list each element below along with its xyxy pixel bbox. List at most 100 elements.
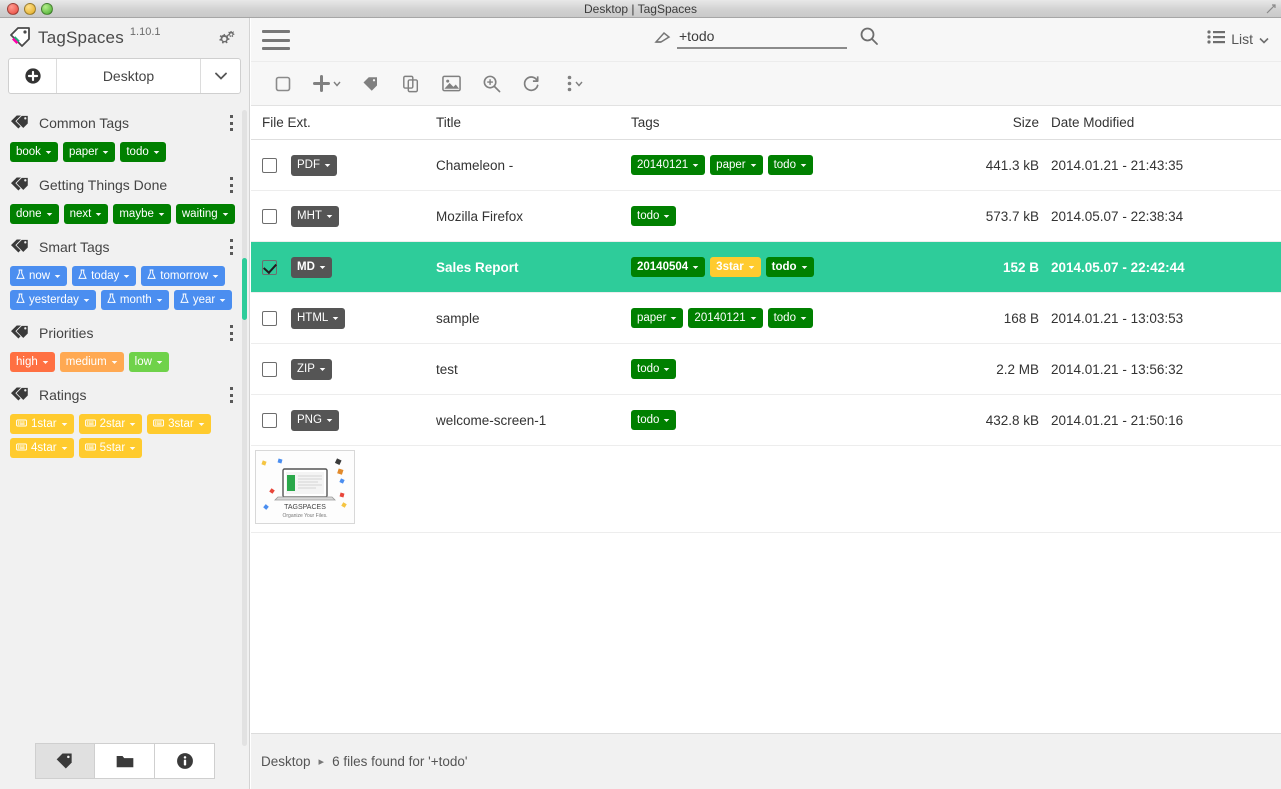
column-header-file-ext[interactable]: File Ext.	[251, 115, 436, 130]
tag-group-header[interactable]: Smart Tags	[6, 230, 244, 264]
file-title[interactable]: Chameleon -	[436, 158, 631, 173]
chevron-down-icon[interactable]	[212, 271, 219, 281]
chevron-down-icon[interactable]	[222, 209, 229, 219]
chevron-down-icon[interactable]	[326, 210, 333, 222]
chevron-down-icon[interactable]	[61, 419, 68, 429]
file-extension-badge[interactable]: MD	[291, 256, 332, 278]
select-all-checkbox[interactable]	[265, 68, 301, 100]
column-header-title[interactable]: Title	[436, 115, 631, 130]
tag-20140121[interactable]: 20140121	[688, 308, 763, 328]
chevron-down-icon[interactable]	[95, 209, 102, 219]
chevron-down-icon[interactable]	[319, 261, 326, 273]
chevron-down-icon[interactable]	[83, 295, 90, 305]
info-button[interactable]	[155, 743, 215, 779]
duplicate-button[interactable]	[393, 68, 429, 100]
chevron-down-icon[interactable]	[54, 271, 61, 281]
more-vertical-icon[interactable]	[224, 239, 238, 255]
chevron-down-icon[interactable]	[319, 363, 326, 375]
eraser-icon[interactable]	[653, 31, 671, 45]
file-title[interactable]: test	[436, 362, 631, 377]
chevron-down-icon[interactable]	[663, 364, 670, 374]
table-row[interactable]: ZIP test todo 2.2 MB 2014.01.21 - 13:56:32	[251, 344, 1281, 395]
tag-medium[interactable]: medium	[59, 352, 124, 372]
chevron-down-icon[interactable]	[129, 443, 136, 453]
gear-icon[interactable]	[215, 28, 237, 50]
more-vertical-icon[interactable]	[224, 387, 238, 403]
tag-todo[interactable]: todo	[120, 142, 166, 162]
sidebar-scrollbar-thumb[interactable]	[242, 258, 247, 320]
chevron-down-icon[interactable]	[156, 357, 163, 367]
tag-todo[interactable]: todo	[765, 257, 814, 277]
column-header-size[interactable]: Size	[941, 115, 1051, 130]
chevron-down-icon[interactable]	[198, 419, 205, 429]
tag-paper[interactable]: paper	[62, 142, 116, 162]
chevron-down-icon[interactable]	[219, 295, 226, 305]
hamburger-icon[interactable]	[262, 30, 290, 50]
tag-button[interactable]	[353, 68, 389, 100]
tag-todo[interactable]: todo	[767, 155, 813, 175]
file-title[interactable]: sample	[436, 311, 631, 326]
sidebar-scrollbar-track[interactable]	[242, 110, 247, 746]
tag-group-header[interactable]: Getting Things Done	[6, 168, 244, 202]
file-title[interactable]: welcome-screen-1	[436, 413, 631, 428]
chevron-down-icon[interactable]	[750, 313, 757, 323]
tag-low[interactable]: low	[128, 352, 169, 372]
chevron-down-icon[interactable]	[158, 209, 165, 219]
tag-year[interactable]: year	[173, 290, 233, 310]
chevron-down-icon[interactable]	[692, 262, 699, 272]
tag-20140121[interactable]: 20140121	[631, 155, 706, 175]
chevron-down-icon[interactable]	[46, 209, 53, 219]
chevron-down-icon[interactable]	[801, 262, 808, 272]
tag-yesterday[interactable]: yesterday	[10, 290, 96, 310]
chevron-down-icon[interactable]	[800, 160, 807, 170]
chevron-down-icon[interactable]	[111, 357, 118, 367]
tag-todo[interactable]: todo	[631, 359, 677, 379]
tag-todo[interactable]: todo	[631, 206, 677, 226]
search-input[interactable]	[677, 26, 847, 49]
chevron-down-icon[interactable]	[663, 211, 670, 221]
tag-1star[interactable]: 1star	[10, 414, 74, 434]
tag-library-button[interactable]	[35, 743, 95, 779]
tag-2star[interactable]: 2star	[78, 414, 143, 434]
add-location-button[interactable]	[9, 59, 57, 93]
chevron-down-icon[interactable]	[153, 147, 160, 157]
tag-done[interactable]: done	[10, 204, 59, 224]
chevron-down-icon[interactable]	[332, 312, 339, 324]
file-thumbnail[interactable]: TAGSPACES Organize Your Files.	[255, 450, 355, 524]
tag-now[interactable]: now	[10, 266, 68, 286]
tag-group-header[interactable]: Priorities	[6, 316, 244, 350]
refresh-icon[interactable]	[513, 68, 549, 100]
image-icon[interactable]	[433, 68, 469, 100]
tag-group-header[interactable]: Ratings	[6, 378, 244, 412]
file-extension-badge[interactable]: PNG	[291, 409, 339, 431]
magnifier-icon[interactable]	[859, 26, 879, 49]
tag-todo[interactable]: todo	[767, 308, 813, 328]
row-checkbox[interactable]	[262, 208, 277, 224]
tag-3star[interactable]: 3star	[710, 257, 761, 277]
chevron-down-icon[interactable]	[42, 357, 49, 367]
status-location[interactable]: Desktop	[261, 754, 311, 769]
more-button[interactable]	[553, 68, 597, 100]
chevron-down-icon[interactable]	[326, 414, 333, 426]
file-title[interactable]: Mozilla Firefox	[436, 209, 631, 224]
chevron-down-icon[interactable]	[800, 313, 807, 323]
chevron-down-icon[interactable]	[748, 262, 755, 272]
tag-next[interactable]: next	[63, 204, 109, 224]
tag-tomorrow[interactable]: tomorrow	[141, 266, 226, 286]
tag-month[interactable]: month	[100, 290, 169, 310]
table-row[interactable]: HTML sample paper 20140121 todo 168 B 2014.01.…	[251, 293, 1281, 344]
chevron-down-icon[interactable]	[102, 147, 109, 157]
tag-maybe[interactable]: maybe	[113, 204, 171, 224]
row-checkbox[interactable]	[262, 361, 277, 377]
chevron-down-icon[interactable]	[692, 160, 699, 170]
tag-paper[interactable]: paper	[710, 155, 763, 175]
tag-5star[interactable]: 5star	[78, 438, 143, 458]
tag-4star[interactable]: 4star	[10, 438, 74, 458]
tag-20140504[interactable]: 20140504	[631, 257, 706, 277]
more-vertical-icon[interactable]	[224, 325, 238, 341]
tag-today[interactable]: today	[72, 266, 137, 286]
file-title[interactable]: Sales Report	[436, 260, 631, 275]
chevron-down-icon[interactable]	[663, 415, 670, 425]
file-extension-badge[interactable]: ZIP	[291, 358, 332, 380]
tag-3star[interactable]: 3star	[147, 414, 211, 434]
